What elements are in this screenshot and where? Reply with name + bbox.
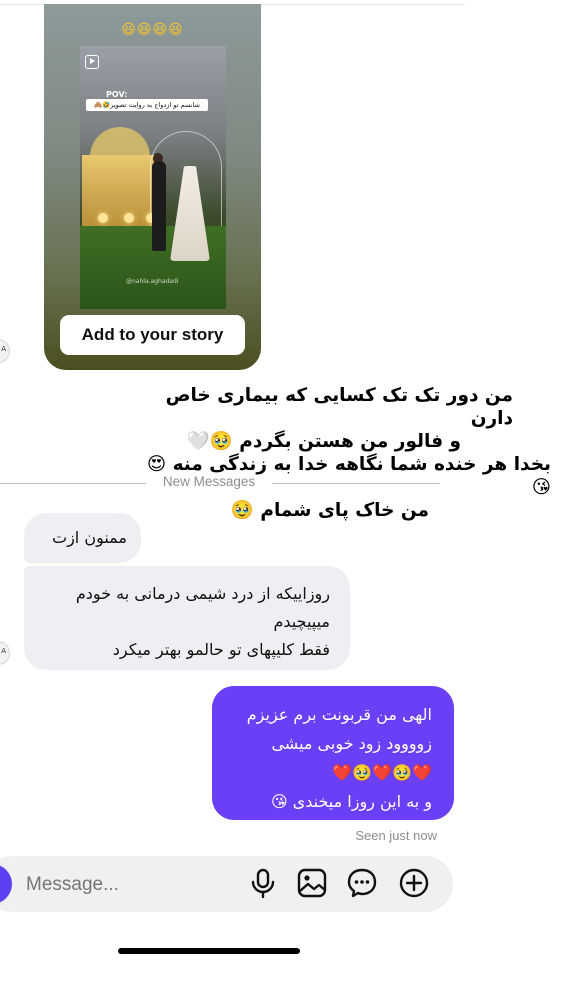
message-text-line: و به این روزا میخندی 😘 (270, 792, 432, 811)
groom-figure (152, 161, 166, 251)
message-text-line: روزاییکه از درد شیمی درمانی به خودم (75, 584, 330, 603)
message-text: ممنون ازت (52, 528, 127, 547)
new-messages-label: New Messages (162, 474, 256, 489)
message-text-line: فقط کلیپهای تو حالمو بهتر میکرد (112, 640, 330, 659)
message-emoji-line: ❤️🥹❤️🥹❤️ (332, 763, 432, 782)
sticker-icon[interactable] (346, 867, 378, 899)
gallery-icon[interactable] (296, 867, 328, 899)
shared-story-card[interactable]: 😆😆😆😆 POV: شانسم تو ازدواج به روایت تصویر… (44, 4, 261, 370)
overlay-line-1: من دور تک تک کسایی که بیماری خاص دارن (165, 385, 513, 429)
story-emoji-row: 😆😆😆😆 (121, 22, 184, 38)
message-text-line: الهی من قربونت برم عزیزم (246, 705, 432, 724)
home-indicator[interactable] (118, 948, 300, 954)
message-input[interactable] (24, 870, 228, 900)
add-icon[interactable] (398, 867, 430, 899)
reels-icon (85, 55, 99, 69)
story-watermark: @nahla.aghadadi (126, 278, 179, 285)
overlay-caption: من دور تک تک کسایی که بیماری خاص دارن و … (141, 384, 551, 522)
sender-avatar[interactable] (0, 339, 10, 363)
message-text-line: میپیچیدم (273, 612, 330, 631)
story-reel-preview[interactable]: POV: شانسم تو ازدواج به روایت تصویر🤣🙈 @n… (80, 46, 226, 309)
overlay-line-2: و فالور من هستن بگردم 🥹🤍 (186, 431, 461, 452)
outgoing-message[interactable]: الهی من قربونت برم عزیزم زوووود زود خوبی… (212, 686, 454, 820)
incoming-message[interactable]: روزاییکه از درد شیمی درمانی به خودم میپی… (24, 566, 350, 670)
story-caption: شانسم تو ازدواج به روایت تصویر🤣🙈 (86, 99, 208, 111)
message-thread: 😆😆😆😆 POV: شانسم تو ازدواج به روایت تصویر… (0, 0, 563, 1000)
seen-status: Seen just now (355, 828, 437, 843)
sender-avatar[interactable] (0, 641, 10, 665)
pov-label: POV: (106, 90, 128, 99)
microphone-icon[interactable] (247, 867, 279, 899)
message-text-line: زوووود زود خوبی میشی (271, 734, 432, 753)
incoming-message[interactable]: ممنون ازت (24, 513, 141, 563)
overlay-line-4: من خاک پای شمام 🥹 (230, 500, 429, 521)
add-to-your-story-button[interactable]: Add to your story (60, 315, 245, 355)
new-messages-divider: New Messages (0, 474, 440, 492)
